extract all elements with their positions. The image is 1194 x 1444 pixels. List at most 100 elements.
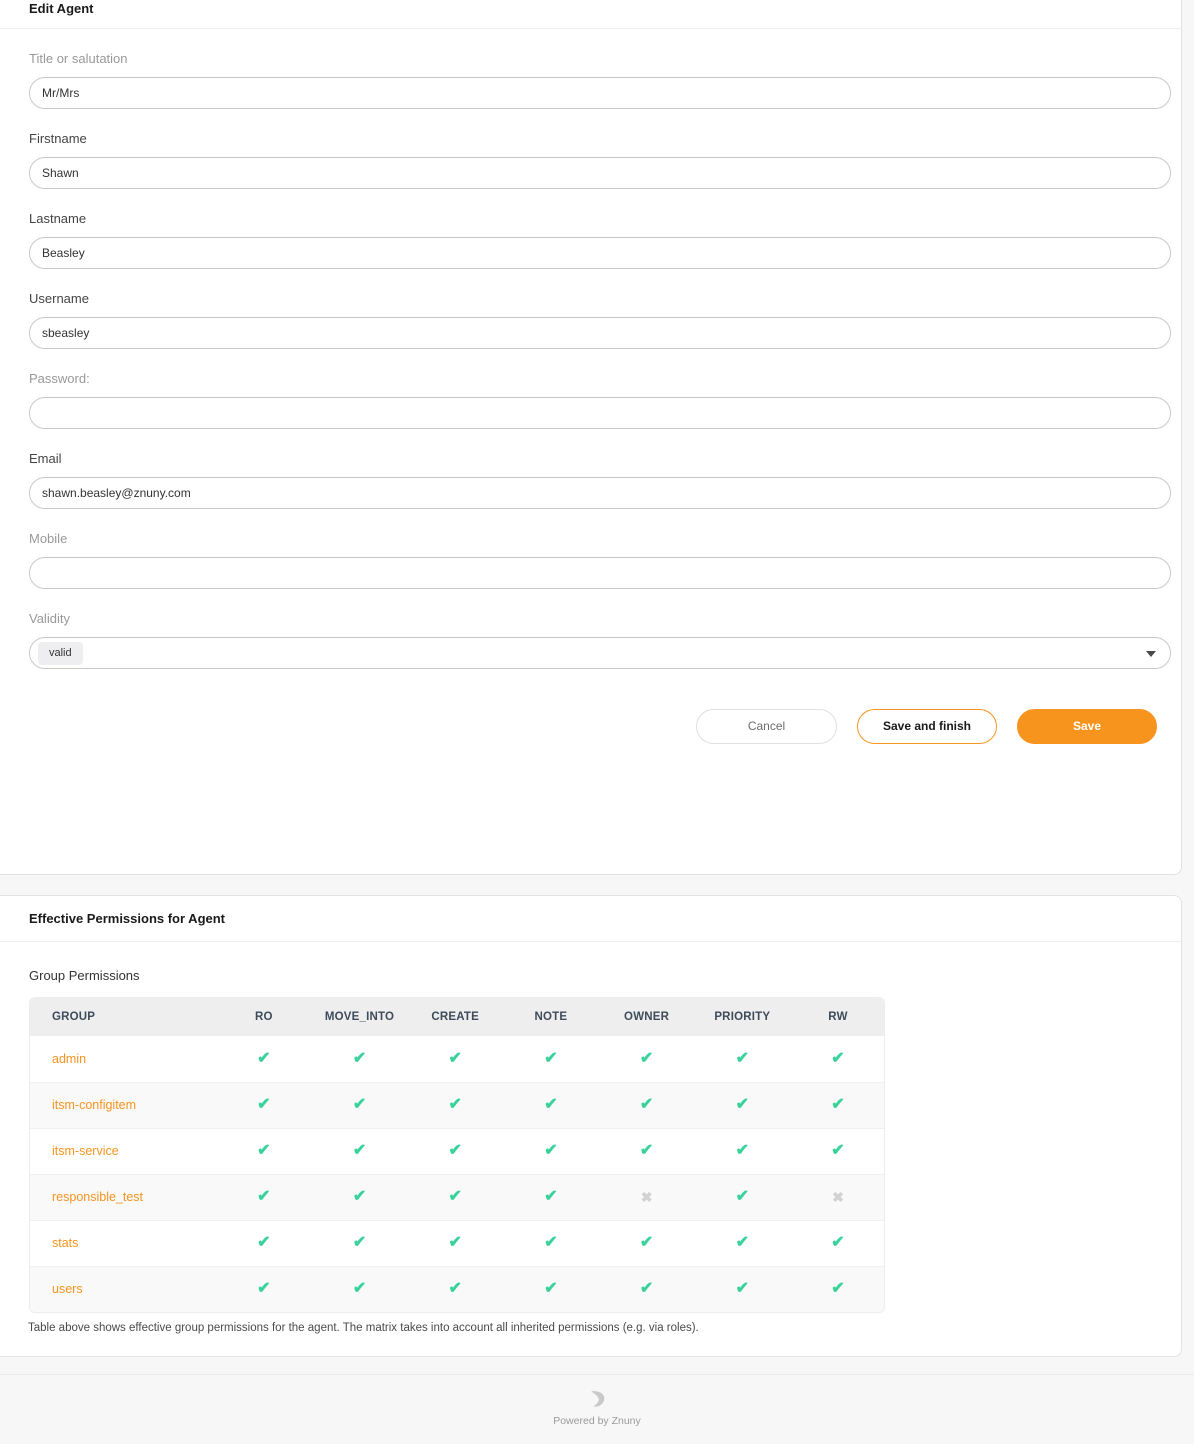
permission-cell-rw: ✔ bbox=[790, 1128, 885, 1174]
permission-cell-ro: ✔ bbox=[216, 1266, 312, 1312]
check-icon: ✔ bbox=[353, 1281, 366, 1297]
check-icon: ✔ bbox=[831, 1143, 844, 1159]
edit-agent-title: Edit Agent bbox=[0, 0, 1181, 29]
group-permissions-table-wrap: GROUPROMOVE_INTOCREATENOTEOWNERPRIORITYR… bbox=[29, 997, 885, 1313]
table-row: stats✔✔✔✔✔✔✔ bbox=[30, 1220, 885, 1266]
firstname-input[interactable] bbox=[29, 157, 1171, 189]
mobile-field: Mobile bbox=[29, 531, 1165, 589]
permission-cell-move_into: ✔ bbox=[312, 1082, 408, 1128]
check-icon: ✔ bbox=[831, 1097, 844, 1113]
check-icon: ✔ bbox=[544, 1235, 557, 1251]
permission-cell-create: ✔ bbox=[407, 1174, 503, 1220]
validity-selected-token[interactable]: valid bbox=[38, 642, 83, 665]
permissions-title: Effective Permissions for Agent bbox=[0, 896, 1181, 942]
validity-field: Validity valid bbox=[29, 611, 1165, 669]
password-input[interactable] bbox=[29, 397, 1171, 429]
check-icon: ✔ bbox=[736, 1281, 749, 1297]
permission-cell-note: ✔ bbox=[503, 1128, 599, 1174]
check-icon: ✔ bbox=[257, 1189, 270, 1205]
group-link-itsm-service[interactable]: itsm-service bbox=[52, 1144, 119, 1158]
permission-cell-note: ✔ bbox=[503, 1220, 599, 1266]
mobile-input[interactable] bbox=[29, 557, 1171, 589]
check-icon: ✔ bbox=[353, 1189, 366, 1205]
permission-cell-move_into: ✔ bbox=[312, 1266, 408, 1312]
column-header-owner: OWNER bbox=[599, 998, 695, 1036]
check-icon: ✔ bbox=[257, 1051, 270, 1067]
table-body: admin✔✔✔✔✔✔✔itsm-configitem✔✔✔✔✔✔✔itsm-s… bbox=[30, 1036, 885, 1312]
permission-cell-create: ✔ bbox=[407, 1220, 503, 1266]
form-fields-container: Title or salutationFirstnameLastnameUser… bbox=[29, 51, 1165, 589]
group-link-admin[interactable]: admin bbox=[52, 1052, 86, 1066]
group-link-stats[interactable]: stats bbox=[52, 1236, 78, 1250]
permission-cell-rw: ✔ bbox=[790, 1036, 885, 1082]
check-icon: ✔ bbox=[257, 1143, 270, 1159]
check-icon: ✔ bbox=[449, 1143, 462, 1159]
validity-label: Validity bbox=[29, 611, 1165, 627]
permission-cell-owner: ✖ bbox=[599, 1174, 695, 1220]
check-icon: ✔ bbox=[831, 1235, 844, 1251]
permission-cell-create: ✔ bbox=[407, 1036, 503, 1082]
save-button[interactable]: Save bbox=[1017, 709, 1157, 744]
permission-cell-owner: ✔ bbox=[599, 1220, 695, 1266]
check-icon: ✔ bbox=[831, 1051, 844, 1067]
check-icon: ✔ bbox=[640, 1235, 653, 1251]
lastname-input[interactable] bbox=[29, 237, 1171, 269]
group-cell: responsible_test bbox=[30, 1174, 216, 1220]
table-row: itsm-configitem✔✔✔✔✔✔✔ bbox=[30, 1082, 885, 1128]
permission-cell-owner: ✔ bbox=[599, 1082, 695, 1128]
email-field: Email bbox=[29, 451, 1165, 509]
validity-select[interactable]: valid bbox=[29, 637, 1171, 669]
permission-cell-priority: ✔ bbox=[694, 1036, 790, 1082]
check-icon: ✔ bbox=[544, 1281, 557, 1297]
permission-cell-create: ✔ bbox=[407, 1082, 503, 1128]
permission-cell-priority: ✔ bbox=[694, 1128, 790, 1174]
check-icon: ✔ bbox=[736, 1143, 749, 1159]
check-icon: ✔ bbox=[449, 1189, 462, 1205]
mobile-label: Mobile bbox=[29, 531, 1165, 547]
check-icon: ✔ bbox=[736, 1235, 749, 1251]
permission-cell-owner: ✔ bbox=[599, 1128, 695, 1174]
permission-cell-priority: ✔ bbox=[694, 1082, 790, 1128]
title-salutation-input[interactable] bbox=[29, 77, 1171, 109]
username-field: Username bbox=[29, 291, 1165, 349]
agent-form: Title or salutationFirstnameLastnameUser… bbox=[0, 29, 1181, 669]
permission-cell-note: ✔ bbox=[503, 1036, 599, 1082]
group-link-responsible_test[interactable]: responsible_test bbox=[52, 1190, 143, 1204]
password-label: Password: bbox=[29, 371, 1165, 387]
permission-cell-ro: ✔ bbox=[216, 1174, 312, 1220]
group-link-itsm-configitem[interactable]: itsm-configitem bbox=[52, 1098, 136, 1112]
permission-cell-note: ✔ bbox=[503, 1266, 599, 1312]
permission-cell-rw: ✔ bbox=[790, 1266, 885, 1312]
permission-cell-note: ✔ bbox=[503, 1082, 599, 1128]
username-input[interactable] bbox=[29, 317, 1171, 349]
znuny-logo-icon bbox=[587, 1389, 607, 1409]
title-salutation-field: Title or salutation bbox=[29, 51, 1165, 109]
permission-cell-ro: ✔ bbox=[216, 1128, 312, 1174]
check-icon: ✔ bbox=[736, 1097, 749, 1113]
cross-icon: ✖ bbox=[641, 1190, 653, 1204]
check-icon: ✔ bbox=[640, 1097, 653, 1113]
email-input[interactable] bbox=[29, 477, 1171, 509]
permission-cell-owner: ✔ bbox=[599, 1036, 695, 1082]
permissions-note: Table above shows effective group permis… bbox=[28, 1322, 1181, 1334]
edit-agent-body: Title or salutationFirstnameLastnameUser… bbox=[0, 29, 1181, 761]
column-header-priority: PRIORITY bbox=[694, 998, 790, 1036]
permission-cell-rw: ✔ bbox=[790, 1082, 885, 1128]
permission-cell-priority: ✔ bbox=[694, 1174, 790, 1220]
save-and-finish-button[interactable]: Save and finish bbox=[857, 709, 997, 744]
group-permissions-table: GROUPROMOVE_INTOCREATENOTEOWNERPRIORITYR… bbox=[30, 998, 885, 1312]
permission-cell-create: ✔ bbox=[407, 1128, 503, 1174]
permission-cell-ro: ✔ bbox=[216, 1220, 312, 1266]
table-row: responsible_test✔✔✔✔✖✔✖ bbox=[30, 1174, 885, 1220]
check-icon: ✔ bbox=[544, 1143, 557, 1159]
group-cell: itsm-service bbox=[30, 1128, 216, 1174]
chevron-down-icon[interactable] bbox=[1146, 651, 1156, 657]
cancel-button[interactable]: Cancel bbox=[696, 709, 837, 744]
permission-cell-create: ✔ bbox=[407, 1266, 503, 1312]
group-permissions-subtitle: Group Permissions bbox=[29, 968, 1181, 983]
column-header-rw: RW bbox=[790, 998, 885, 1036]
table-row: admin✔✔✔✔✔✔✔ bbox=[30, 1036, 885, 1082]
email-label: Email bbox=[29, 451, 1165, 467]
group-link-users[interactable]: users bbox=[52, 1282, 83, 1296]
check-icon: ✔ bbox=[640, 1051, 653, 1067]
